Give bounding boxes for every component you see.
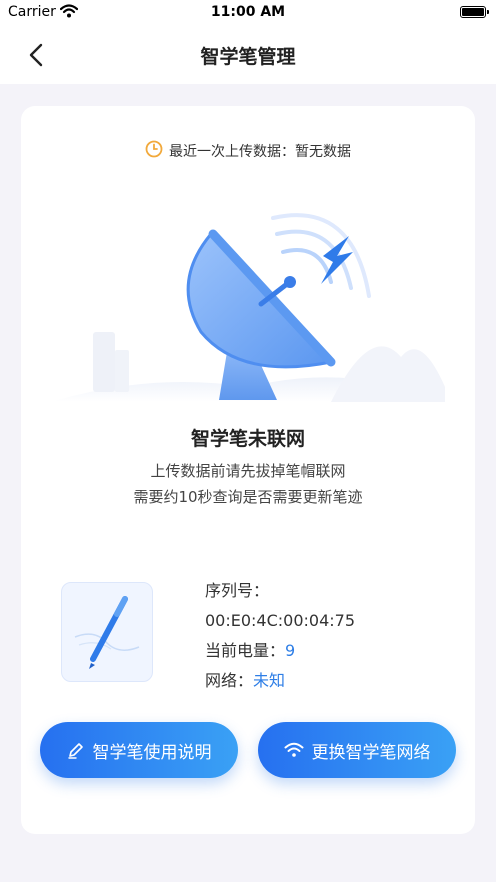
page-title: 智学笔管理 <box>200 46 296 68</box>
battery-row: 当前电量：9 <box>205 636 355 666</box>
network-label: 网络： <box>205 671 254 690</box>
satellite-dish-icon <box>51 213 445 402</box>
last-upload-text: 最近一次上传数据：暂无数据 <box>169 144 351 160</box>
serial-label: 序列号： <box>205 581 270 600</box>
pen-status-title: 智学笔未联网 <box>190 428 305 450</box>
status-desc-line-2: 需要约10秒查询是否需要更新笔迹 <box>133 488 363 506</box>
change-network-label: 更换智学笔网络 <box>311 742 431 763</box>
change-network-button[interactable]: 更换智学笔网络 <box>258 722 456 778</box>
battery-icon <box>460 6 489 18</box>
pen-icon <box>67 741 85 759</box>
battery-label: 当前电量： <box>205 641 286 660</box>
battery-value: 9 <box>285 641 296 660</box>
clock-icon <box>145 140 163 162</box>
serial-value: 00:E0:4C:00:04:75 <box>205 611 356 630</box>
last-upload-info: 最近一次上传数据：暂无数据 <box>21 140 475 162</box>
status-bar: Carrier 11:00 AM <box>0 0 496 26</box>
pen-icon <box>74 596 140 669</box>
pen-manual-button[interactable]: 智学笔使用说明 <box>40 722 238 778</box>
pen-manual-label: 智学笔使用说明 <box>92 742 212 763</box>
status-time: 11:00 AM <box>210 4 286 20</box>
device-info: 序列号： 00:E0:4C:00:04:75 当前电量：9 网络：未知 <box>205 576 355 696</box>
network-value: 未知 <box>253 671 286 690</box>
status-desc-line-1: 上传数据前请先拔掉笔帽联网 <box>150 462 346 480</box>
nav-bar: 智学笔管理 <box>0 26 496 84</box>
network-row: 网络：未知 <box>205 666 355 696</box>
wifi-icon <box>284 742 304 758</box>
pen-status-card: 最近一次上传数据：暂无数据 智学笔未联网 上传数据前请先拔掉笔帽联网 需要约10… <box>21 106 475 834</box>
pen-thumbnail <box>61 582 153 682</box>
pen-status-description: 上传数据前请先拔掉笔帽联网 需要约10秒查询是否需要更新笔迹 <box>21 458 475 510</box>
